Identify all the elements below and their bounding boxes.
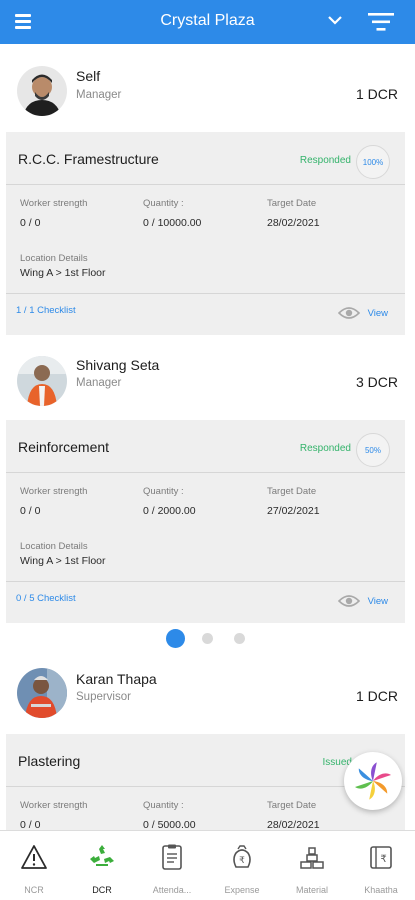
nav-item-dcr[interactable]: DCR <box>68 831 136 900</box>
nav-label: NCR <box>24 885 44 895</box>
nav-label: Attenda... <box>152 885 192 895</box>
status-badge: Responded <box>299 443 351 454</box>
eye-icon[interactable] <box>338 306 360 320</box>
eye-icon[interactable] <box>338 594 360 608</box>
divider <box>6 184 405 185</box>
worker-strength-label: Worker strength <box>20 486 88 497</box>
warning-icon <box>21 845 47 869</box>
nav-item-attendance[interactable]: Attenda... <box>138 831 206 900</box>
nav-label: Khaatha <box>364 885 398 895</box>
activity-title: Reinforcement <box>18 439 110 455</box>
material-icon <box>300 847 324 869</box>
target-date-value: 28/02/2021 <box>267 217 320 229</box>
nav-label: DCR <box>92 885 112 895</box>
expense-icon: ₹ <box>233 845 251 868</box>
chevron-down-icon[interactable] <box>326 13 344 27</box>
target-date-value: 27/02/2021 <box>267 505 320 517</box>
view-button[interactable]: View <box>368 596 388 607</box>
person-role: Manager <box>76 377 122 389</box>
recycle-icon <box>90 845 114 866</box>
quantity-label: Quantity : <box>143 198 184 209</box>
checklist-link[interactable]: 1 / 1 Checklist <box>16 305 76 316</box>
quantity-label: Quantity : <box>143 800 184 811</box>
nav-item-ncr[interactable]: NCR <box>0 831 68 900</box>
app-screen: Crystal Plaza Self Manager 1 DCR R.C.C. … <box>0 0 415 900</box>
pager-dots <box>0 628 415 648</box>
person-row[interactable]: Self Manager 1 DCR <box>0 62 415 132</box>
worker-strength-value: 0 / 0 <box>20 217 41 229</box>
nav-item-material[interactable]: Material <box>278 831 346 900</box>
person-role: Manager <box>76 89 122 101</box>
pager-dot[interactable] <box>202 633 213 644</box>
avatar <box>17 668 67 718</box>
floating-action-button[interactable] <box>344 752 402 810</box>
progress-circle: 100% <box>356 145 390 179</box>
dcr-card[interactable]: R.C.C. Framestructure Responded 100% Wor… <box>6 132 405 335</box>
person-role: Supervisor <box>76 691 131 703</box>
person-row[interactable]: Shivang Seta Manager 3 DCR <box>0 350 415 420</box>
worker-strength-label: Worker strength <box>20 800 88 811</box>
dcr-count: 1 DCR <box>355 688 398 704</box>
status-badge: Responded <box>299 155 351 166</box>
khaatha-icon: ₹ <box>370 846 392 869</box>
app-header: Crystal Plaza <box>0 0 415 44</box>
divider <box>6 581 405 582</box>
nav-item-expense[interactable]: ₹ Expense <box>208 831 276 900</box>
progress-circle: 50% <box>356 433 390 467</box>
divider <box>6 472 405 473</box>
person-row[interactable]: Karan Thapa Supervisor 1 DCR <box>0 664 415 734</box>
bottom-navigation: NCR DCR Attenda... ₹ Expense Material ₹ … <box>0 830 415 900</box>
person-name: Self <box>76 68 101 84</box>
nav-label: Material <box>295 885 328 895</box>
location-label: Location Details <box>20 253 88 264</box>
pager-dot-active[interactable] <box>166 629 185 648</box>
target-date-label: Target Date <box>267 486 317 497</box>
pager-dot[interactable] <box>234 633 245 644</box>
location-value: Wing A > 1st Floor <box>20 555 106 567</box>
avatar <box>17 66 67 116</box>
person-name: Shivang Seta <box>76 357 160 373</box>
dcr-card[interactable]: Reinforcement Responded 50% Worker stren… <box>6 420 405 623</box>
worker-strength-label: Worker strength <box>20 198 88 209</box>
person-name: Karan Thapa <box>76 671 157 687</box>
nav-label: Expense <box>224 885 260 895</box>
worker-strength-value: 0 / 0 <box>20 505 41 517</box>
target-date-label: Target Date <box>267 800 317 811</box>
filter-icon[interactable] <box>367 11 395 33</box>
flower-logo-icon <box>355 762 391 800</box>
project-title[interactable]: Crystal Plaza <box>0 12 415 30</box>
location-value: Wing A > 1st Floor <box>20 267 106 279</box>
avatar <box>17 356 67 406</box>
location-label: Location Details <box>20 541 88 552</box>
view-button[interactable]: View <box>368 308 388 319</box>
svg-text:₹: ₹ <box>239 856 245 866</box>
quantity-value: 0 / 2000.00 <box>143 505 196 517</box>
activity-title: R.C.C. Framestructure <box>18 151 159 167</box>
quantity-value: 0 / 10000.00 <box>143 217 202 229</box>
svg-text:₹: ₹ <box>380 854 386 865</box>
checklist-link[interactable]: 0 / 5 Checklist <box>16 593 76 604</box>
divider <box>6 293 405 294</box>
activity-title: Plastering <box>18 753 81 769</box>
target-date-label: Target Date <box>267 198 317 209</box>
dcr-count: 1 DCR <box>355 86 398 102</box>
quantity-label: Quantity : <box>143 486 184 497</box>
attendance-icon <box>162 844 182 870</box>
dcr-count: 3 DCR <box>355 374 398 390</box>
nav-item-khaatha[interactable]: ₹ Khaatha <box>347 831 415 900</box>
